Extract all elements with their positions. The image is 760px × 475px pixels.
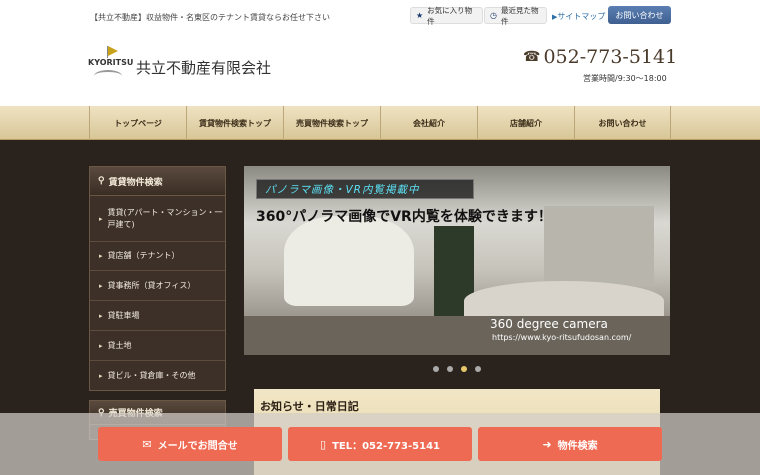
panorama-back-room	[544, 206, 654, 286]
sidebar-item-label: 貸店舗（テナント）	[107, 251, 180, 260]
sidebar-item-residential[interactable]: ▸ 賃貸(アパート・マンション・一戸建て)	[90, 196, 225, 242]
site-tagline: 【共立不動産】収益物件・名東区のテナント賃貸ならお任せ下さい	[90, 13, 330, 22]
panorama-counter	[464, 281, 664, 321]
sidebar-item-label: 貸事務所（貸オフィス）	[107, 280, 196, 290]
mail-contact-button[interactable]: ✉ メールでお問合せ	[98, 427, 282, 461]
business-hours: 営業時間/9:30〜18:00	[583, 74, 667, 83]
main-nav: トップページ 賃貸物件検索トップ 売買物件検索トップ 会社紹介 店舗紹介 お問い…	[0, 106, 760, 140]
sidebar-item-parking[interactable]: ▸ 貸駐車場	[90, 301, 225, 331]
news-title: お知らせ・日常日記	[260, 400, 359, 413]
history-icon: ◷	[490, 11, 497, 20]
mail-contact-label: メールでお問合せ	[157, 440, 238, 452]
rental-search-menu: ⚲ 賃貸物件検索 ▸ 賃貸(アパート・マンション・一戸建て) ▸ 貸店舗（テナン…	[89, 166, 226, 391]
rental-search-title: 賃貸物件検索	[108, 177, 163, 188]
favorites-label: お気に入り物件	[427, 5, 473, 26]
chevron-right-icon: ▸	[99, 214, 103, 223]
tel-button[interactable]: ▯ TEL：052-773-5141	[288, 427, 472, 461]
contact-button[interactable]: お問い合わせ	[608, 6, 671, 24]
smartphone-icon: ▯	[320, 437, 327, 451]
slider-dot[interactable]	[447, 366, 453, 372]
mail-icon: ✉	[142, 437, 152, 451]
chevron-right-icon: ▸	[99, 371, 103, 380]
chevron-right-icon: ▸	[99, 341, 103, 350]
arrow-circle-icon: ➜	[542, 437, 552, 451]
panorama-wall	[284, 216, 414, 306]
sidebar-item-label: 賃貸(アパート・マンション・一戸建て)	[107, 207, 223, 229]
nav-store[interactable]: 店舗紹介	[477, 106, 574, 140]
sidebar-item-office[interactable]: ▸ 貸事務所（貸オフィス）	[90, 271, 225, 301]
sidebar-item-building[interactable]: ▸ 貸ビル・貸倉庫・その他	[90, 361, 225, 390]
sidebar-item-store[interactable]: ▸ 貸店舗（テナント）	[90, 242, 225, 271]
banner-url: https://www.kyo-ritsufudosan.com/	[492, 333, 632, 342]
chevron-right-icon: ▸	[99, 281, 103, 290]
company-logo[interactable]: KYORITSU	[88, 46, 133, 84]
banner-camera-text: 360 degree camera	[490, 317, 608, 331]
nav-top-page[interactable]: トップページ	[89, 106, 186, 140]
phone-text: 052-773-5141	[543, 46, 678, 68]
rental-search-heading: ⚲ 賃貸物件検索	[90, 167, 225, 196]
property-search-button[interactable]: ➜ 物件検索	[478, 427, 662, 461]
hero-slider[interactable]: パノラマ画像・VR内覧掲載中 360°パノラマ画像でVR内覧を体験できます！ 3…	[244, 166, 670, 355]
sidebar-item-label: 貸土地	[107, 340, 132, 350]
property-search-label: 物件検索	[557, 440, 598, 452]
chevron-right-icon: ▸	[99, 311, 103, 320]
nav-company[interactable]: 会社紹介	[380, 106, 477, 140]
favorites-button[interactable]: ★ お気に入り物件	[410, 5, 483, 26]
banner-headline: 360°パノラマ画像でVR内覧を体験できます！	[256, 209, 552, 225]
logo-arc	[94, 70, 122, 82]
sidebar-item-label: 貸駐車場	[107, 310, 140, 320]
nav-sale-search[interactable]: 売買物件検索トップ	[283, 106, 380, 140]
site-header: 【共立不動産】収益物件・名東区のテナント賃貸ならお任せ下さい ★ お気に入り物件…	[0, 0, 760, 106]
sitemap-link[interactable]: ▶サイトマップ	[552, 11, 605, 22]
sitemap-label: サイトマップ	[557, 12, 606, 21]
slider-dot-active[interactable]	[461, 366, 467, 372]
phone-icon: ☎	[523, 49, 541, 65]
nav-rental-search[interactable]: 賃貸物件検索トップ	[186, 106, 283, 140]
logo-flag	[108, 46, 118, 56]
tel-label: TEL：052-773-5141	[332, 440, 440, 452]
sidebar-item-land[interactable]: ▸ 貸土地	[90, 331, 225, 361]
recent-label: 最近見た物件	[500, 5, 539, 26]
sidebar-item-label: 貸ビル・貸倉庫・その他	[107, 370, 196, 380]
phone-number: ☎ 052-773-5141	[523, 46, 677, 68]
recent-viewed-button[interactable]: ◷ 最近見た物件	[484, 5, 547, 26]
star-icon: ★	[416, 11, 424, 20]
chevron-right-icon: ▸	[99, 252, 103, 260]
company-name: 共立不動産有限会社	[136, 59, 272, 77]
slider-dot[interactable]	[433, 366, 439, 372]
logo-wordmark: KYORITSU	[88, 58, 134, 67]
search-icon: ⚲	[98, 176, 105, 186]
nav-contact[interactable]: お問い合わせ	[574, 106, 671, 140]
slider-pagination	[433, 366, 481, 372]
slider-dot[interactable]	[475, 366, 481, 372]
banner-tag: パノラマ画像・VR内覧掲載中	[256, 179, 474, 199]
